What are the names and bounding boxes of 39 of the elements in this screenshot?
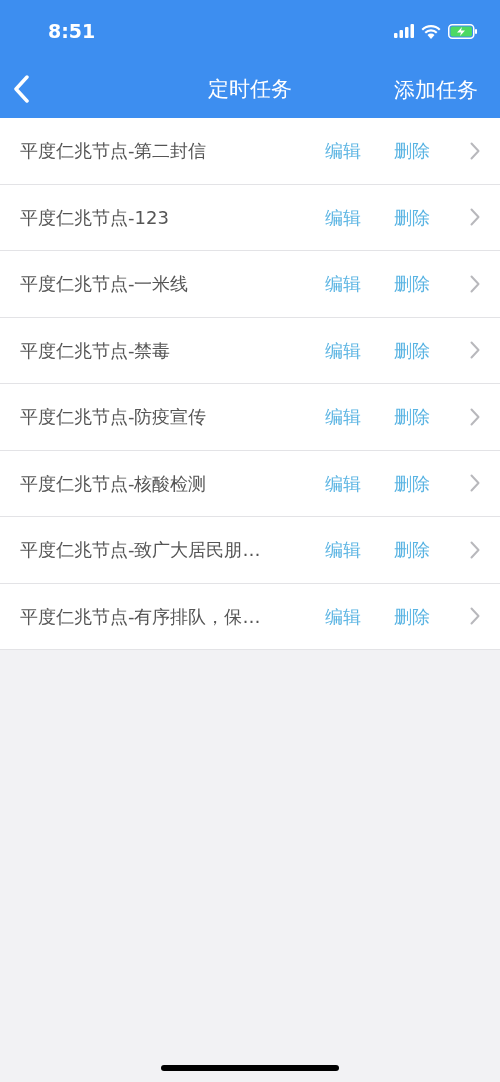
chevron-right-icon <box>470 141 480 160</box>
status-time: 8:51 <box>48 18 96 44</box>
edit-button[interactable]: 编辑 <box>325 270 361 298</box>
delete-button[interactable]: 删除 <box>394 137 430 165</box>
delete-button[interactable]: 删除 <box>394 336 430 364</box>
task-name[interactable]: 平度仁兆节点-123 <box>20 203 310 231</box>
task-name[interactable]: 平度仁兆节点-致广大居民朋… <box>20 536 310 564</box>
task-name[interactable]: 平度仁兆节点-禁毒 <box>20 336 310 364</box>
task-name[interactable]: 平度仁兆节点-有序排队，保… <box>20 602 310 630</box>
edit-button[interactable]: 编辑 <box>325 203 361 231</box>
page-title: 定时任务 <box>208 76 292 104</box>
battery-charging-icon <box>448 23 478 39</box>
task-name[interactable]: 平度仁兆节点-第二封信 <box>20 137 310 165</box>
delete-button[interactable]: 删除 <box>394 469 430 497</box>
delete-button[interactable]: 删除 <box>394 403 430 431</box>
chevron-right-icon <box>470 274 480 293</box>
delete-button[interactable]: 删除 <box>394 270 430 298</box>
back-icon <box>13 75 29 103</box>
edit-button[interactable]: 编辑 <box>325 137 361 165</box>
chevron-right-icon <box>470 208 480 227</box>
signal-icon <box>394 24 414 38</box>
chevron-right-icon <box>470 407 480 426</box>
chevron-right-icon <box>470 341 480 360</box>
task-name[interactable]: 平度仁兆节点-核酸检测 <box>20 469 310 497</box>
chevron-right-icon <box>470 474 480 493</box>
edit-button[interactable]: 编辑 <box>325 536 361 564</box>
task-name[interactable]: 平度仁兆节点-一米线 <box>20 270 310 298</box>
delete-button[interactable]: 删除 <box>394 536 430 564</box>
delete-button[interactable]: 删除 <box>394 602 430 630</box>
add-task-button[interactable]: 添加任务 <box>394 76 478 104</box>
edit-button[interactable]: 编辑 <box>325 336 361 364</box>
chevron-right-icon <box>470 540 480 559</box>
edit-button[interactable]: 编辑 <box>325 403 361 431</box>
wifi-icon <box>421 23 441 39</box>
delete-button[interactable]: 删除 <box>394 203 430 231</box>
edit-button[interactable]: 编辑 <box>325 602 361 630</box>
task-name[interactable]: 平度仁兆节点-防疫宣传 <box>20 403 310 431</box>
edit-button[interactable]: 编辑 <box>325 469 361 497</box>
chevron-right-icon <box>470 607 480 626</box>
